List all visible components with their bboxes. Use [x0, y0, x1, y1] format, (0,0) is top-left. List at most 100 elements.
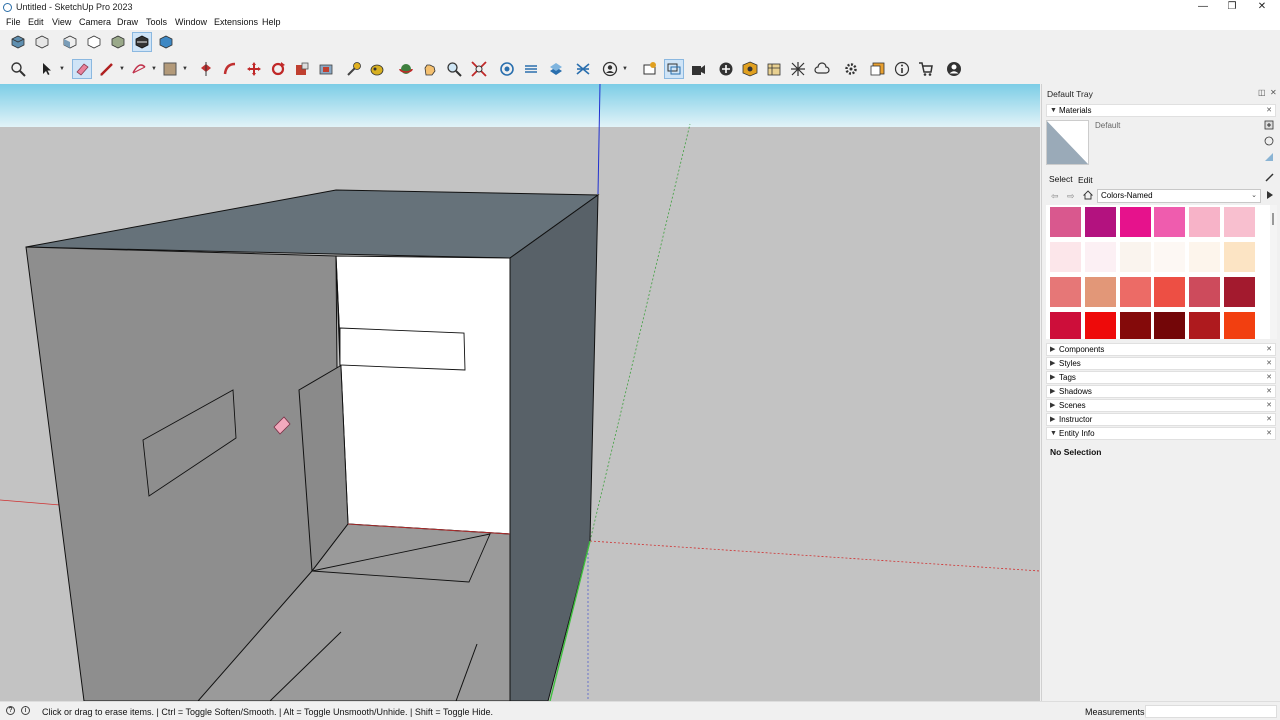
zoom-extents-tool-icon[interactable] [469, 59, 489, 79]
home-icon[interactable] [1082, 190, 1094, 202]
scene-canvas[interactable] [0, 84, 1040, 701]
section-close-icon[interactable]: ✕ [1266, 386, 1272, 398]
offset-tool-icon[interactable] [316, 59, 336, 79]
forward-arrow-icon[interactable]: ⇨ [1067, 191, 1075, 202]
material-swatch[interactable] [1154, 277, 1186, 307]
modeling-viewport[interactable] [0, 84, 1040, 701]
material-swatch[interactable] [1084, 277, 1116, 307]
material-swatch[interactable] [1154, 312, 1186, 339]
entity-info-header[interactable]: ▼ Entity Info ✕ [1046, 427, 1276, 440]
material-swatch[interactable] [1050, 242, 1081, 272]
material-swatch[interactable] [1224, 277, 1255, 307]
instructor-toggle-icon[interactable]: i [21, 706, 30, 715]
menu-tools[interactable]: Tools [146, 17, 167, 27]
cloud-upload-icon[interactable] [812, 59, 832, 79]
scenes-header[interactable]: ▶ Scenes ✕ [1046, 399, 1276, 412]
interior-back-wall[interactable] [335, 255, 511, 535]
select-tool-icon[interactable] [36, 59, 56, 79]
back-arrow-icon[interactable]: ⇦ [1051, 191, 1059, 202]
section-fill-icon[interactable] [573, 59, 593, 79]
menu-extensions[interactable]: Extensions [214, 17, 258, 27]
follow-me-icon[interactable] [220, 59, 240, 79]
move-tool-icon[interactable] [244, 59, 264, 79]
styles-dropdown-icon[interactable]: ▼ [622, 66, 628, 72]
material-swatch[interactable] [1189, 207, 1221, 237]
material-preview[interactable] [1046, 120, 1089, 165]
window-opening[interactable] [339, 327, 466, 371]
material-swatch[interactable] [1050, 312, 1081, 339]
zoom-tool-icon[interactable] [444, 59, 464, 79]
details-arrow-icon[interactable] [1265, 190, 1275, 202]
layout-icon[interactable] [664, 59, 684, 79]
draw-dropdown-icon[interactable]: ▼ [119, 66, 125, 72]
info-icon[interactable] [892, 59, 912, 79]
materials-header[interactable]: ▼ Materials ✕ [1046, 104, 1276, 117]
material-swatch[interactable] [1224, 207, 1255, 237]
extension-warehouse-icon[interactable] [740, 59, 760, 79]
instructor-header[interactable]: ▶ Instructor ✕ [1046, 413, 1276, 426]
display-section-cuts-icon[interactable] [546, 59, 566, 79]
orbit-tool-icon[interactable] [396, 59, 416, 79]
styles-header[interactable]: ▶ Styles ✕ [1046, 357, 1276, 370]
iso-view-icon[interactable] [8, 32, 28, 52]
scale-tool-icon[interactable] [292, 59, 312, 79]
material-swatch[interactable] [1119, 242, 1151, 272]
paint-bucket-icon[interactable] [367, 59, 387, 79]
material-swatch[interactable] [1119, 312, 1151, 339]
arc-dropdown-icon[interactable]: ▼ [151, 66, 157, 72]
menu-help[interactable]: Help [262, 17, 281, 27]
match-photo-icon[interactable] [788, 59, 808, 79]
material-swatch[interactable] [1154, 207, 1186, 237]
material-swatch[interactable] [1050, 277, 1081, 307]
account-icon[interactable] [944, 59, 964, 79]
rotate-tool-icon[interactable] [268, 59, 288, 79]
display-section-planes-icon[interactable] [521, 59, 541, 79]
tape-measure-icon[interactable] [344, 59, 364, 79]
material-swatch[interactable] [1189, 312, 1221, 339]
push-pull-icon[interactable] [196, 59, 216, 79]
eyedropper-icon[interactable] [1265, 172, 1275, 184]
eraser-tool-icon[interactable] [72, 59, 92, 79]
measurements-input[interactable] [1145, 705, 1277, 718]
menu-draw[interactable]: Draw [117, 17, 138, 27]
material-swatch[interactable] [1224, 312, 1255, 339]
scene-icon[interactable] [688, 59, 708, 79]
material-name[interactable]: Default [1095, 121, 1120, 130]
material-swatch[interactable] [1189, 242, 1221, 272]
material-swatch[interactable] [1119, 277, 1151, 307]
bottom-view-icon[interactable] [156, 32, 176, 52]
shopping-cart-icon[interactable] [916, 59, 936, 79]
sample-paint-icon[interactable] [1264, 152, 1274, 164]
shadows-header[interactable]: ▶ Shadows ✕ [1046, 385, 1276, 398]
menu-camera[interactable]: Camera [79, 17, 111, 27]
section-close-icon[interactable]: ✕ [1266, 428, 1272, 440]
menu-edit[interactable]: Edit [28, 17, 44, 27]
back-view-icon[interactable] [108, 32, 128, 52]
components-icon[interactable] [640, 59, 660, 79]
section-close-icon[interactable]: ✕ [1266, 344, 1272, 356]
swatch-scrollbar[interactable] [1270, 205, 1277, 339]
rectangle-tool-icon[interactable] [160, 59, 180, 79]
tray-pin-icon[interactable]: ◫ [1258, 88, 1266, 97]
menu-view[interactable]: View [52, 17, 71, 27]
section-close-icon[interactable]: ✕ [1266, 358, 1272, 370]
pan-tool-icon[interactable] [420, 59, 440, 79]
material-library-select[interactable]: Colors-Named ⌄ [1097, 189, 1261, 203]
front-view-icon[interactable] [60, 32, 80, 52]
material-swatch[interactable] [1050, 207, 1081, 237]
extension-manager-icon[interactable] [841, 59, 861, 79]
menu-window[interactable]: Window [175, 17, 207, 27]
styles-icon[interactable] [600, 59, 620, 79]
select-dropdown-icon[interactable]: ▼ [59, 66, 65, 72]
section-close-icon[interactable]: ✕ [1266, 372, 1272, 384]
material-swatch[interactable] [1119, 207, 1151, 237]
section-close-icon[interactable]: ✕ [1266, 400, 1272, 412]
menu-file[interactable]: File [6, 17, 21, 27]
paint-default-icon[interactable] [1264, 136, 1274, 148]
tray-close-icon[interactable]: ✕ [1270, 88, 1277, 97]
zoom-extents-icon[interactable] [8, 59, 28, 79]
material-swatch[interactable] [1154, 242, 1186, 272]
geo-location-icon[interactable]: ? [6, 706, 15, 715]
pencil-tool-icon[interactable] [97, 59, 117, 79]
tab-edit[interactable]: Edit [1078, 175, 1093, 185]
